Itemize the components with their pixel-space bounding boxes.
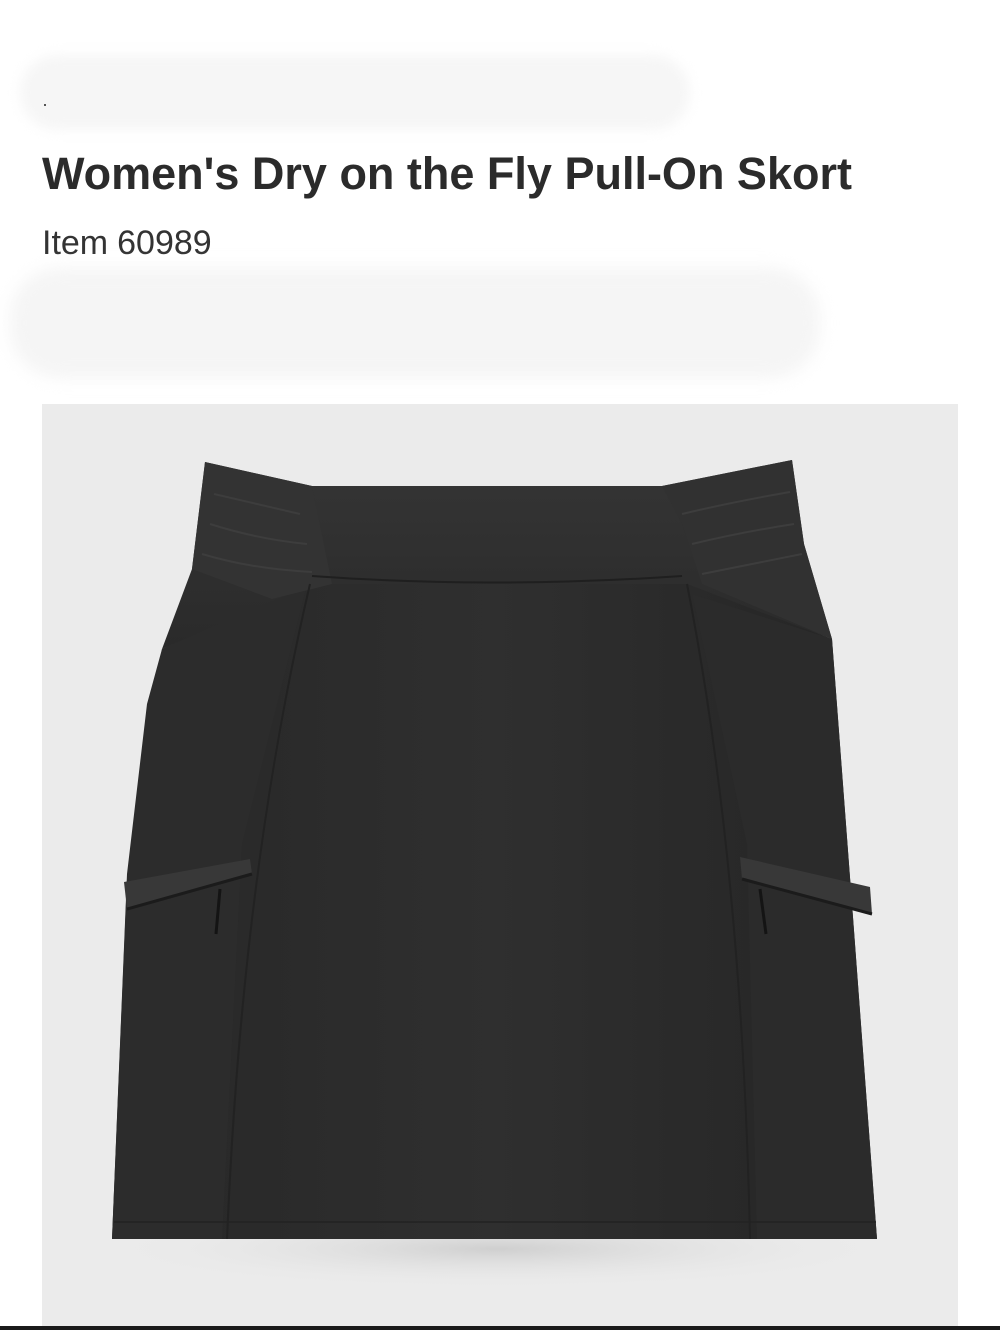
bottom-divider [0,1326,1000,1330]
stray-dot [44,104,46,106]
product-image[interactable] [42,404,958,1330]
skort-image-icon [97,460,897,1289]
blurred-header-region [20,55,690,130]
item-label: Item [42,224,109,262]
item-number: Item 60989 [42,224,212,263]
blurred-price-region [10,268,820,378]
product-title: Women's Dry on the Fly Pull-On Skort [42,148,852,199]
item-number-value: 60989 [117,224,212,262]
